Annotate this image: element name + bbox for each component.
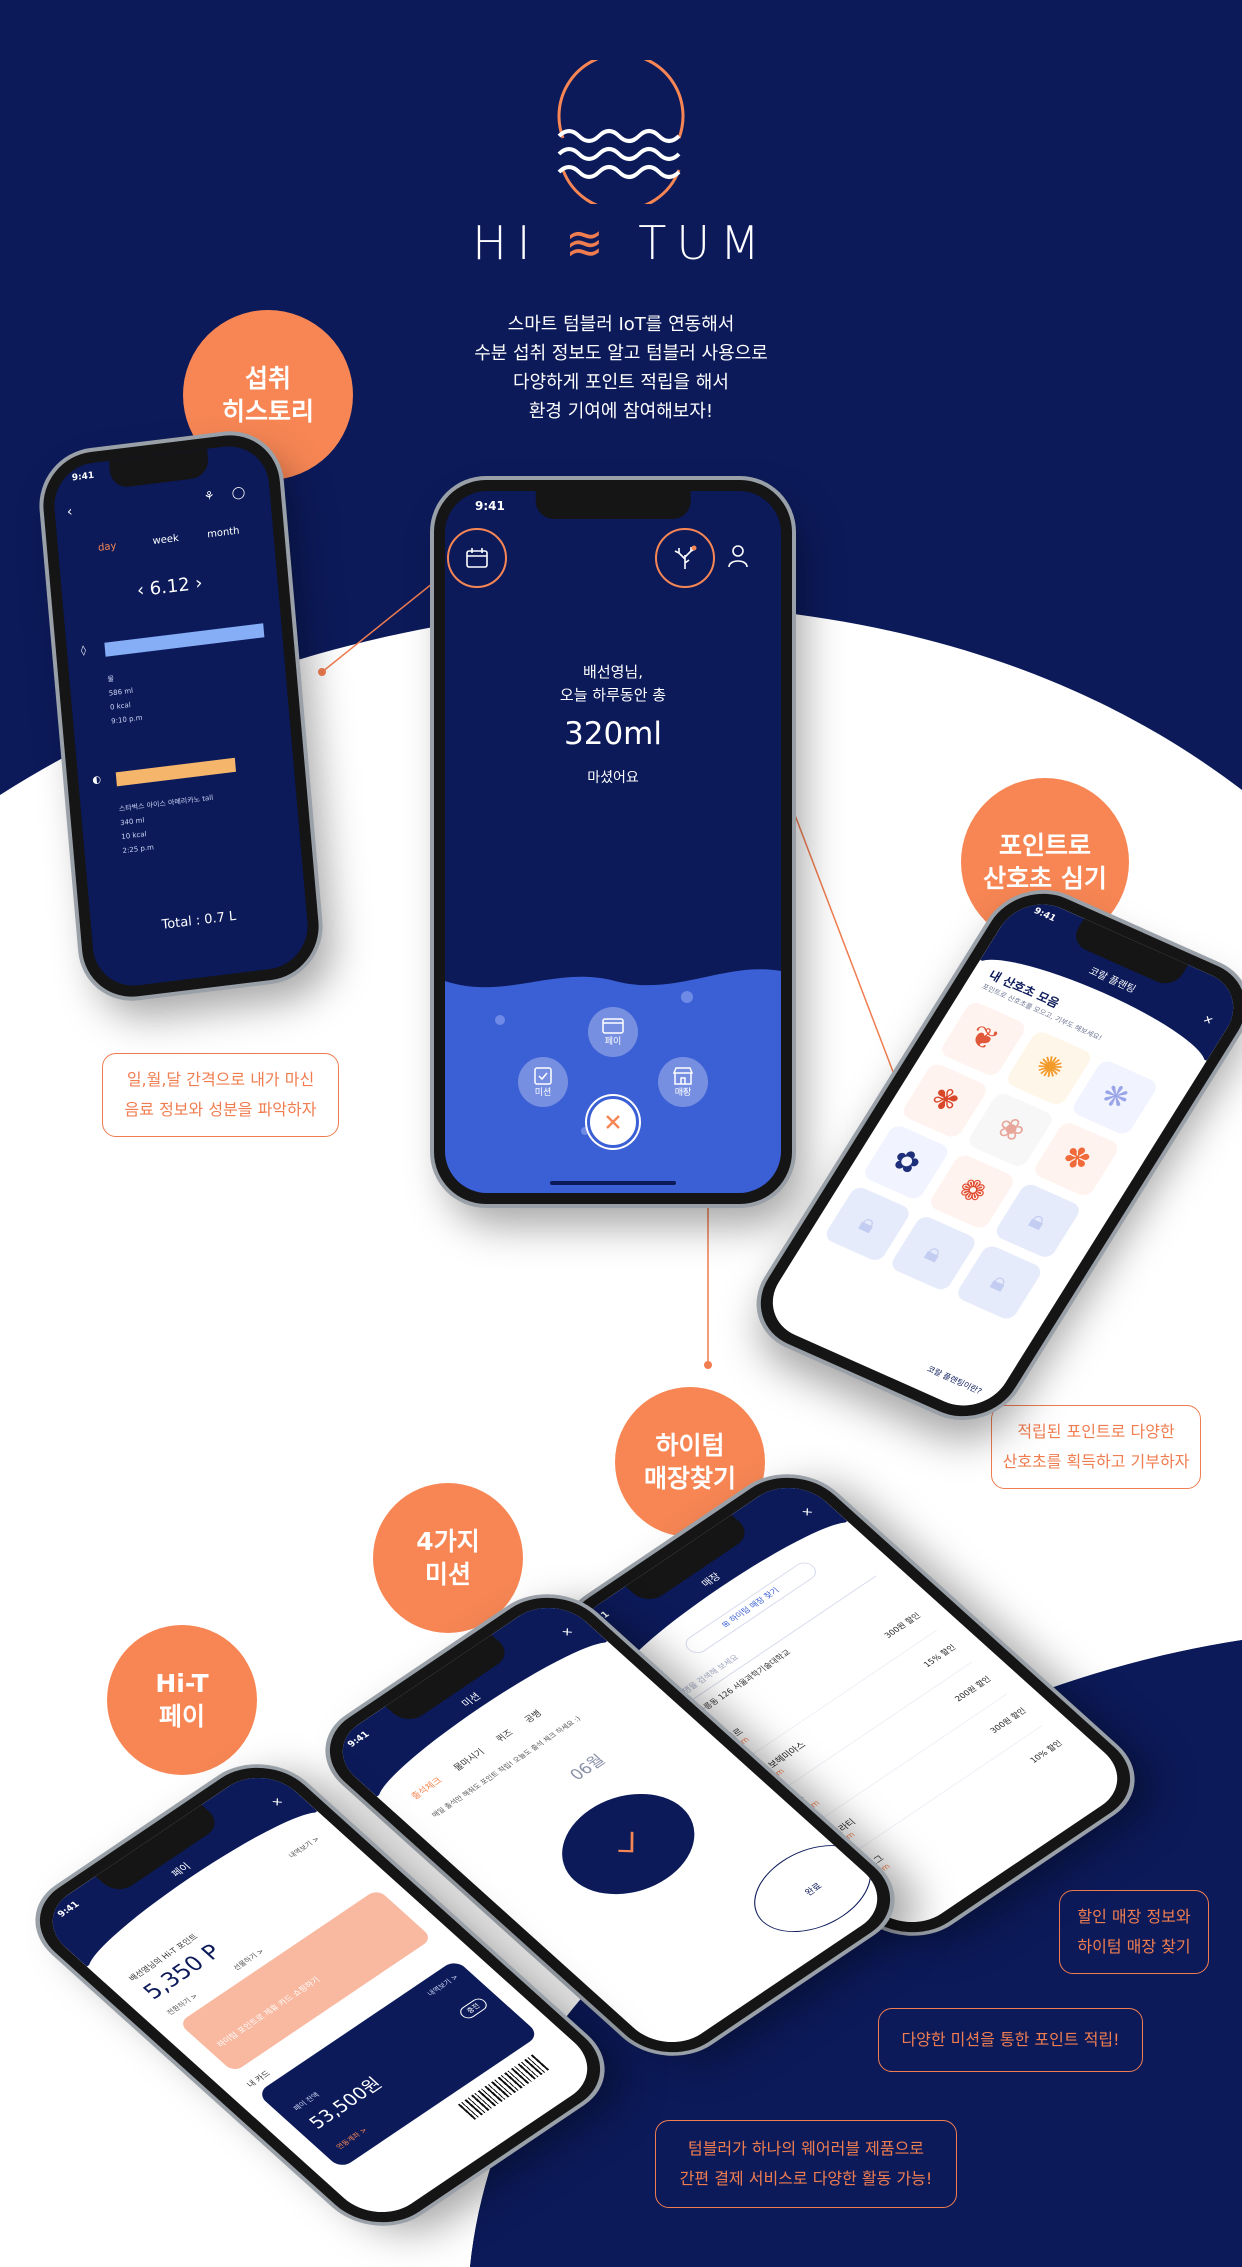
tab-day[interactable]: day xyxy=(98,541,117,554)
note-pay: 텀블러가 하나의 웨어러블 제품으로 간편 결제 서비스로 다양한 활동 가능! xyxy=(655,2120,957,2208)
status-time: 9:41 xyxy=(475,499,505,513)
menu-pay[interactable]: 페이 xyxy=(588,1007,638,1057)
tagline-line: 수분 섭취 정보도 알고 텀블러 사용으로 xyxy=(474,343,768,364)
store-deal: 300원 할인 xyxy=(882,1611,923,1640)
store-deal: 300원 할인 xyxy=(988,1706,1029,1735)
card-icon xyxy=(602,1017,624,1034)
calendar-button[interactable] xyxy=(447,528,507,588)
entry-coffee: 스타벅스 아이스 아메리카노 tall 340 ml 10 kcal 2:25 … xyxy=(118,791,217,858)
bean-icon: ◐ xyxy=(91,774,102,787)
coral-icon xyxy=(674,545,697,569)
main-screen: 9:41 배선영님, 오늘 하루동안 총 320ml 마셨어요 페이 미션 매장 xyxy=(445,491,781,1193)
tagline-line: 스마트 텀블러 IoT를 연동해서 xyxy=(507,314,735,335)
intake-amount: 320ml xyxy=(564,716,662,752)
wordmark: HI ≋ TUM xyxy=(472,216,770,270)
menu-mission-label: 미션 xyxy=(534,1087,552,1098)
menu-pay-label: 페이 xyxy=(604,1036,622,1047)
store-deal: 200원 할인 xyxy=(952,1674,993,1704)
mission-date: 06월 xyxy=(565,1750,610,1784)
charge-button[interactable]: 충전 xyxy=(457,1996,491,2021)
coral-button[interactable] xyxy=(655,528,715,588)
tab-week[interactable]: week xyxy=(152,533,179,547)
greeting-line: 배선영님, xyxy=(583,663,643,681)
menu-mission[interactable]: 미션 xyxy=(518,1057,568,1107)
menu-close-button[interactable] xyxy=(587,1096,639,1148)
logo-icon xyxy=(557,52,685,212)
history-screen: 9:41 ‹ ⚘ ◯ day week month ‹ 6.12 › ◊ 물 5… xyxy=(50,441,312,991)
user-icon xyxy=(728,545,748,568)
check-icon xyxy=(618,1831,634,1853)
card-balance: 53,500원 xyxy=(304,2074,387,2134)
water-bar xyxy=(104,623,265,657)
calendar-icon xyxy=(466,548,488,568)
card-history-link[interactable]: 내역보기 > xyxy=(425,1973,461,1999)
notch xyxy=(108,448,210,489)
profile-button[interactable] xyxy=(727,544,749,572)
total-label: Total : 0.7 L xyxy=(161,908,237,933)
notch xyxy=(535,491,691,519)
main-phone: 9:41 배선영님, 오늘 하루동안 총 320ml 마셨어요 페이 미션 매장 xyxy=(434,480,792,1204)
greeting-line: 오늘 하루동안 총 xyxy=(559,686,667,704)
coral-icon[interactable]: ⚘ xyxy=(203,488,215,503)
home-indicator xyxy=(550,1181,676,1185)
back-icon[interactable]: ‹ xyxy=(66,504,73,521)
water-wave xyxy=(445,969,781,1193)
coffee-bar xyxy=(115,757,237,787)
store-deal: 15% 할인 xyxy=(921,1643,958,1669)
store-icon xyxy=(673,1066,693,1085)
menu-store-label: 매장 xyxy=(674,1087,692,1098)
note-history: 일,월,달 간격으로 내가 마신 음료 정보와 성분을 파악하자 xyxy=(102,1053,339,1137)
user-icon[interactable]: ◯ xyxy=(231,485,246,501)
coral-footer-link[interactable]: 코랄 플랜팅이란? xyxy=(925,1364,984,1397)
status-time: 9:41 xyxy=(71,470,95,484)
note-mission: 다양한 미션을 통한 포인트 적립! xyxy=(878,2008,1143,2072)
date-label: 6.12 xyxy=(148,574,191,600)
note-store: 할인 매장 정보와 하이텀 매장 찾기 xyxy=(1059,1890,1209,1974)
close-icon xyxy=(606,1115,620,1129)
tab-month[interactable]: month xyxy=(207,526,240,541)
drop-icon: ◊ xyxy=(80,645,87,657)
check-button[interactable] xyxy=(536,1773,721,1915)
entry-water: 물 586 ml 0 kcal 9:10 p.m xyxy=(107,669,143,729)
brand-header: HI ≋ TUM xyxy=(0,52,1242,270)
store-deal: 10% 할인 xyxy=(1027,1738,1064,1765)
menu-store[interactable]: 매장 xyxy=(658,1057,708,1107)
mission-icon xyxy=(534,1066,552,1085)
date-selector[interactable]: ‹ 6.12 › xyxy=(62,563,278,610)
badge-pay: Hi-T 페이 xyxy=(107,1625,257,1775)
linked-account-link[interactable]: 연동계좌 > xyxy=(334,2126,370,2152)
note-coral: 적립된 포인트로 다양한 산호초를 획득하고 기부하자 xyxy=(991,1405,1201,1489)
greeting: 배선영님, 오늘 하루동안 총 xyxy=(445,661,781,707)
history-phone: 9:41 ‹ ⚘ ◯ day week month ‹ 6.12 › ◊ 물 5… xyxy=(39,429,323,1003)
badge-mission: 4가지 미션 xyxy=(373,1483,523,1633)
intake-suffix: 마셨어요 xyxy=(587,770,639,786)
entry-time: 9:10 p.m xyxy=(110,713,143,726)
